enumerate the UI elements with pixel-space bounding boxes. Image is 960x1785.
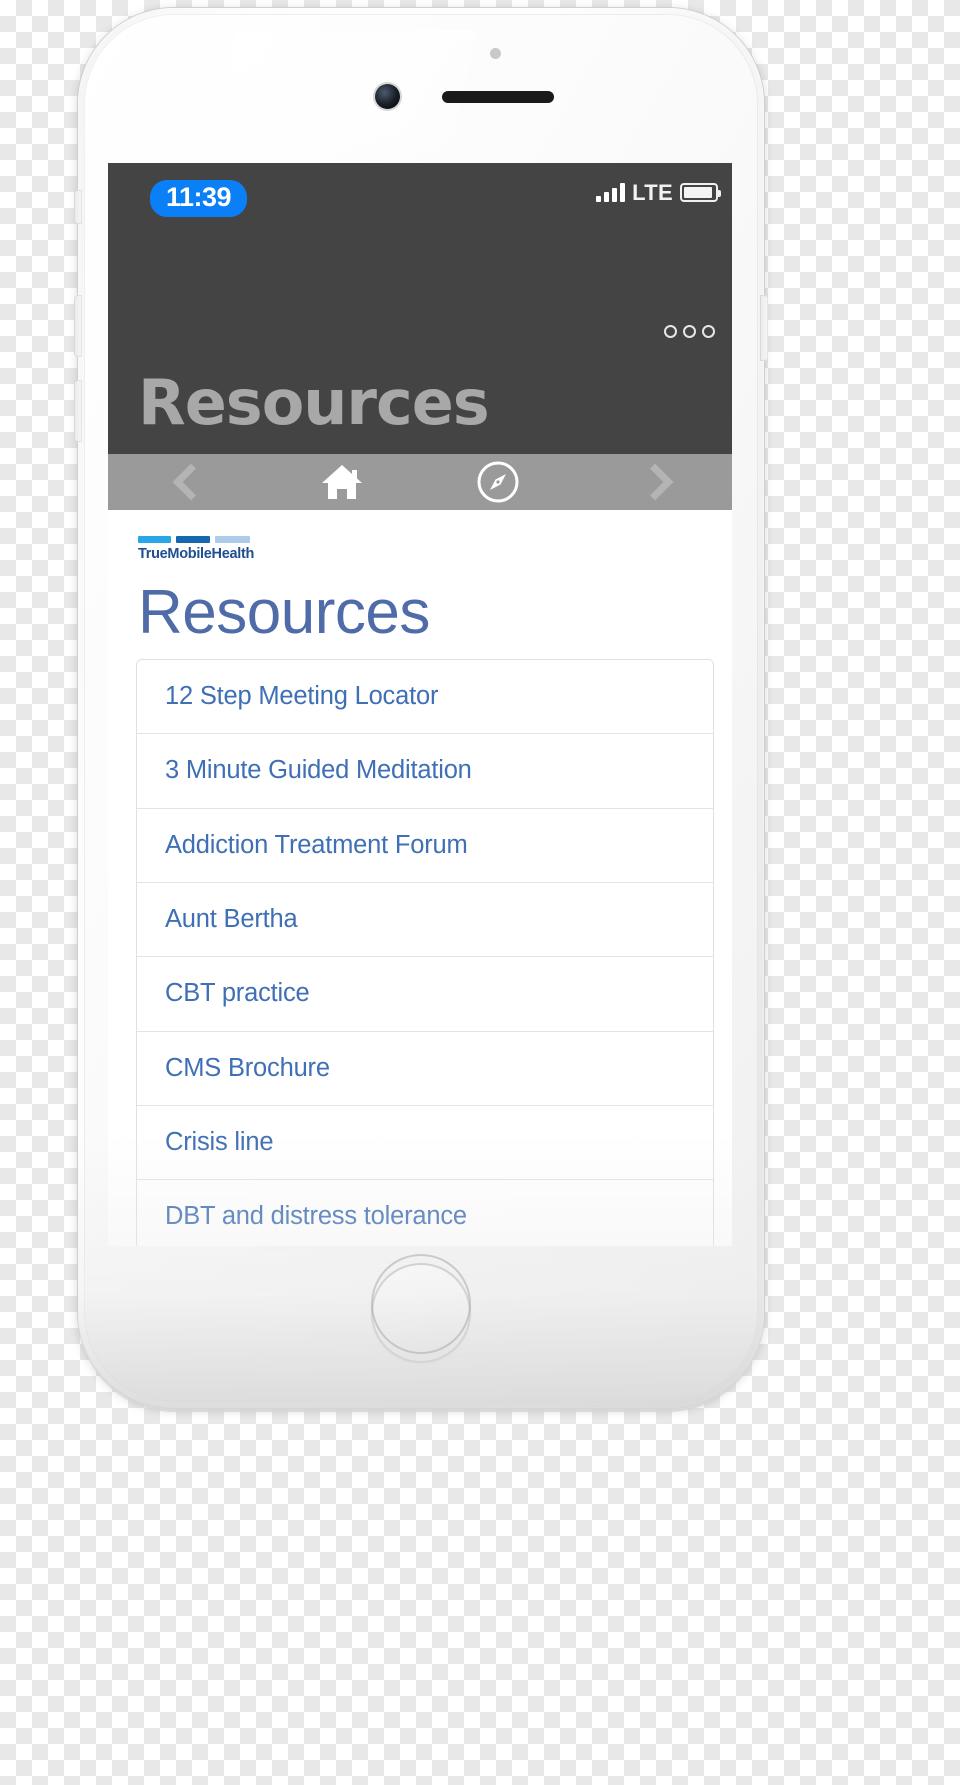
browser-header-title: Resources xyxy=(138,366,490,439)
status-bar: 11:39 LTE xyxy=(108,163,732,230)
list-item[interactable]: Addiction Treatment Forum xyxy=(137,808,713,884)
browser-toolbar xyxy=(108,454,732,510)
browser-header: Resources xyxy=(108,230,732,454)
page-title: Resources xyxy=(138,578,430,647)
site-logo[interactable]: TrueMobileHealth xyxy=(138,536,255,562)
list-item[interactable]: DBT and distress tolerance xyxy=(137,1180,713,1246)
speaker-grille-icon xyxy=(442,91,554,103)
logo-text: TrueMobileHealth xyxy=(138,546,255,562)
list-item[interactable]: Crisis line xyxy=(137,1105,713,1181)
home-button[interactable] xyxy=(371,1263,471,1363)
status-clock: 11:39 xyxy=(150,180,248,217)
list-item[interactable]: 12 Step Meeting Locator xyxy=(137,660,713,735)
battery-fill xyxy=(684,187,712,198)
home-icon xyxy=(322,465,362,499)
silent-switch[interactable] xyxy=(74,190,82,224)
chevron-left-icon xyxy=(176,465,196,499)
resources-list: 12 Step Meeting Locator 3 Minute Guided … xyxy=(136,659,714,1246)
list-item[interactable]: CBT practice xyxy=(137,957,713,1032)
front-camera-icon xyxy=(490,48,501,59)
webpage-content: TrueMobileHealth Resources 12 Step Meeti… xyxy=(108,536,732,1246)
power-button[interactable] xyxy=(760,295,768,361)
back-button[interactable] xyxy=(108,454,264,510)
logo-bars-icon xyxy=(138,536,250,543)
status-indicators: LTE xyxy=(596,180,721,205)
phone-screen: 11:39 LTE Resources TrueMobileHealth Res… xyxy=(108,163,732,1246)
compass-icon xyxy=(477,461,519,503)
camera-icon xyxy=(375,84,400,109)
more-options-icon[interactable] xyxy=(664,325,715,338)
battery-icon xyxy=(680,183,721,202)
forward-button[interactable] xyxy=(576,454,732,510)
volume-up-button[interactable] xyxy=(74,295,82,357)
list-item[interactable]: CMS Brochure xyxy=(137,1031,713,1106)
list-item[interactable]: 3 Minute Guided Meditation xyxy=(137,734,713,809)
chevron-right-icon xyxy=(644,465,664,499)
list-item[interactable]: Aunt Bertha xyxy=(137,883,713,958)
signal-bars-icon xyxy=(596,183,626,202)
home-button-toolbar[interactable] xyxy=(264,454,420,510)
safari-button[interactable] xyxy=(420,454,576,510)
volume-down-button[interactable] xyxy=(74,380,82,442)
network-type-label: LTE xyxy=(632,180,673,205)
